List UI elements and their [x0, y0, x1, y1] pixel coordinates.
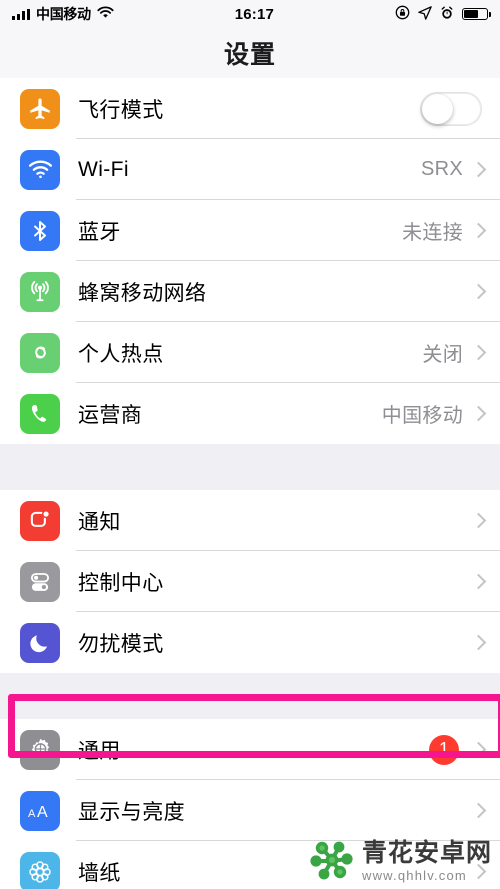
- chevron-right-icon: [470, 573, 487, 590]
- settings-row-cellular[interactable]: 蜂窝移动网络: [0, 261, 500, 322]
- rotation-lock-icon: [395, 5, 410, 23]
- battery-icon: [462, 7, 491, 21]
- settings-screen: 中国移动 16:17 设置 飞行模式 Wi-Fi SRX 蓝牙 未连接 蜂窝移动…: [0, 0, 500, 889]
- watermark-name: 青花安卓网: [361, 838, 492, 867]
- signal-strength-icon: [12, 8, 30, 20]
- settings-row-value: SRX: [420, 158, 463, 180]
- settings-row-bluetooth[interactable]: 蓝牙 未连接: [0, 200, 500, 261]
- status-bar-clock: 16:17: [234, 5, 275, 23]
- settings-row-value: 中国移动: [381, 405, 463, 427]
- gear-icon: [20, 729, 60, 770]
- airplane-mode-toggle[interactable]: [420, 91, 482, 126]
- airplane-icon: [20, 88, 60, 129]
- settings-row-carrier[interactable]: 运营商 中国移动: [0, 383, 500, 444]
- notifications-icon: [20, 500, 60, 541]
- settings-row-control-center[interactable]: 控制中心: [0, 551, 500, 612]
- settings-row-label: Wi-Fi: [78, 157, 129, 181]
- page-title: 设置: [223, 41, 276, 69]
- chevron-right-icon: [470, 344, 487, 361]
- status-bar-carrier: 中国移动: [36, 6, 91, 22]
- settings-list[interactable]: 飞行模式 Wi-Fi SRX 蓝牙 未连接 蜂窝移动网络 个人热点 关闭 运营商…: [0, 78, 500, 889]
- settings-row-display-brightness[interactable]: A A 显示与亮度: [0, 780, 500, 841]
- settings-row-label: 显示与亮度: [78, 800, 185, 824]
- qhhlv-logo-icon: [310, 841, 353, 880]
- bluetooth-icon: [20, 210, 60, 251]
- navigation-bar: 设置: [0, 28, 500, 78]
- settings-row-label: 蜂窝移动网络: [78, 281, 207, 305]
- chevron-right-icon: [470, 512, 487, 529]
- hotspot-icon: [20, 332, 60, 373]
- display-brightness-icon: A A: [20, 790, 60, 831]
- settings-row-label: 蓝牙: [78, 220, 121, 244]
- chevron-right-icon: [470, 405, 487, 422]
- wallpaper-icon: [20, 851, 60, 889]
- group-separator: [0, 673, 500, 719]
- watermark-url: www.qhhlv.com: [361, 867, 467, 883]
- group-separator: [0, 444, 500, 490]
- wifi-icon: [20, 149, 60, 190]
- settings-row-label: 控制中心: [78, 571, 164, 595]
- svg-text:A: A: [37, 804, 48, 821]
- settings-row-label: 通知: [78, 510, 121, 534]
- location-arrow-icon: [418, 5, 432, 23]
- moon-icon: [20, 622, 60, 663]
- settings-row-personal-hotspot[interactable]: 个人热点 关闭: [0, 322, 500, 383]
- settings-group-connectivity: 飞行模式 Wi-Fi SRX 蓝牙 未连接 蜂窝移动网络 个人热点 关闭 运营商…: [0, 78, 500, 444]
- settings-row-general[interactable]: 通用 1: [0, 719, 500, 780]
- watermark: 青花安卓网 www.qhhlv.com: [309, 839, 492, 883]
- control-center-icon: [20, 561, 60, 602]
- wifi-icon: [97, 6, 114, 22]
- settings-row-value: 未连接: [402, 222, 463, 244]
- settings-row-label: 勿扰模式: [78, 632, 164, 656]
- settings-row-label: 个人热点: [78, 342, 164, 366]
- phone-icon: [20, 393, 60, 434]
- settings-group-notifications: 通知 控制中心 勿扰模式: [0, 490, 500, 673]
- settings-row-do-not-disturb[interactable]: 勿扰模式: [0, 612, 500, 673]
- chevron-right-icon: [470, 222, 487, 239]
- chevron-right-icon: [470, 802, 487, 819]
- chevron-right-icon: [470, 161, 487, 178]
- alarm-clock-icon: [440, 6, 454, 23]
- chevron-right-icon: [470, 634, 487, 651]
- settings-row-label: 飞行模式: [78, 98, 164, 122]
- chevron-right-icon: [470, 283, 487, 300]
- settings-row-label: 运营商: [78, 403, 143, 427]
- settings-row-airplane-mode[interactable]: 飞行模式: [0, 78, 500, 139]
- settings-row-label: 通用: [78, 739, 121, 763]
- cellular-icon: [20, 271, 60, 312]
- settings-row-wifi[interactable]: Wi-Fi SRX: [0, 139, 500, 200]
- status-bar-right: [395, 5, 491, 23]
- status-bar-left: 中国移动: [12, 4, 114, 24]
- status-bar: 中国移动 16:17: [0, 0, 500, 28]
- chevron-right-icon: [470, 741, 487, 758]
- settings-row-notifications[interactable]: 通知: [0, 490, 500, 551]
- status-badge: 1: [429, 734, 459, 765]
- svg-text:A: A: [28, 808, 36, 820]
- settings-row-value: 关闭: [422, 344, 463, 366]
